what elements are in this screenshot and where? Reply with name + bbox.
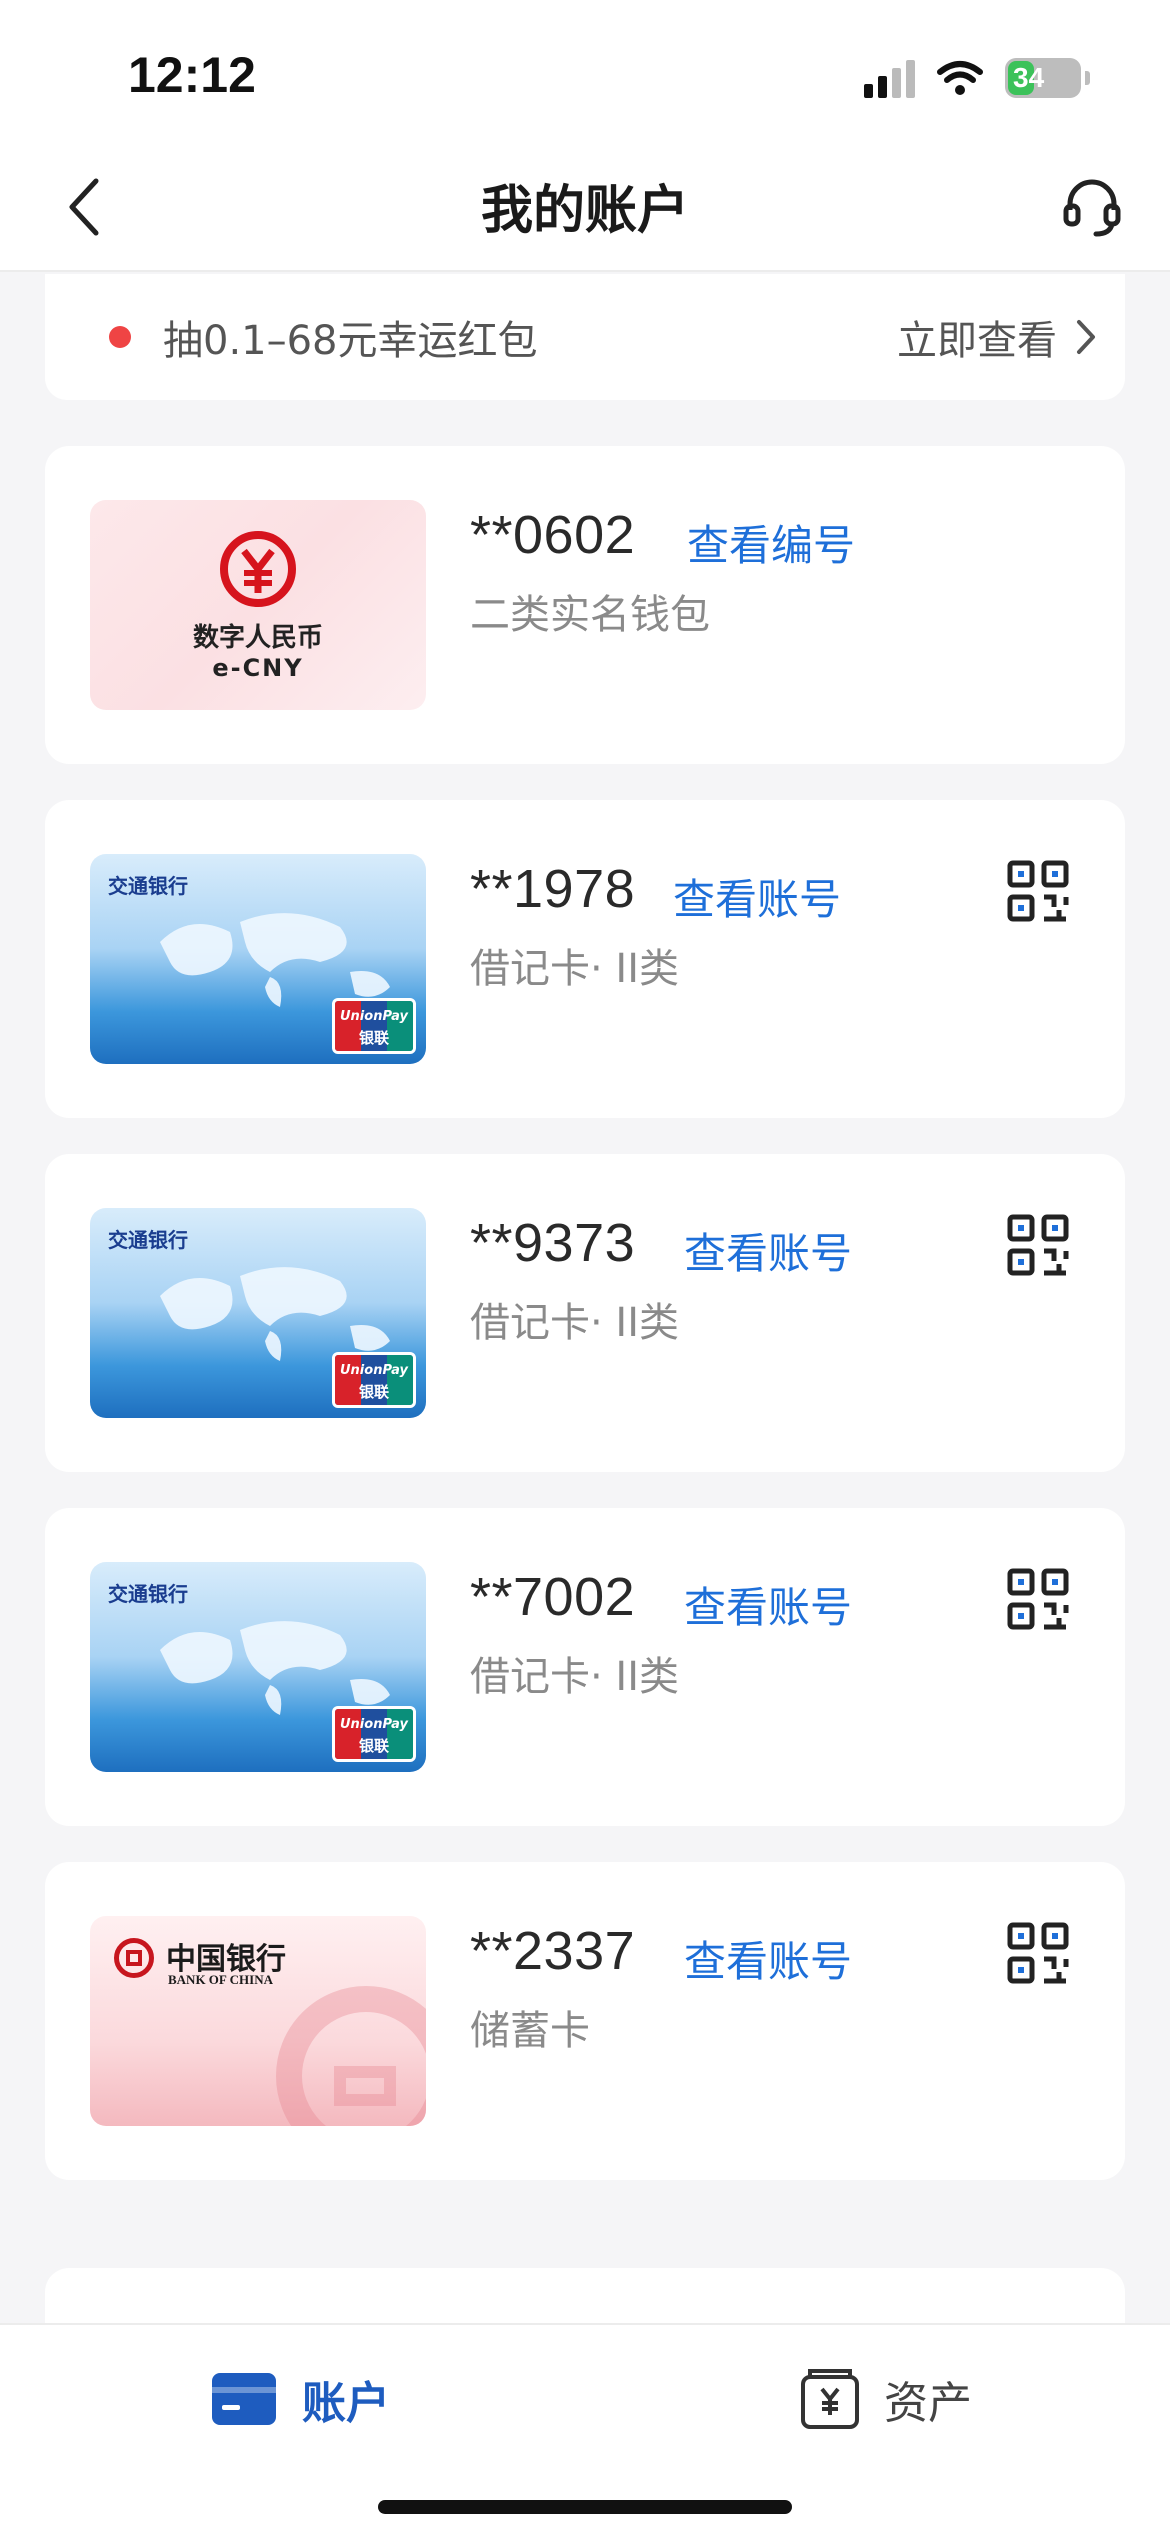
battery-icon: 34 — [1005, 58, 1081, 98]
wifi-icon — [937, 61, 983, 95]
unionpay-text-cn: 银联 — [358, 1737, 389, 1755]
unionpay-text-cn: 银联 — [358, 1029, 389, 1047]
qr-code-icon[interactable] — [1007, 1214, 1069, 1276]
qr-code-icon[interactable] — [1007, 1568, 1069, 1630]
unionpay-text-cn: 银联 — [358, 1383, 389, 1401]
account-card-1978[interactable]: 交通银行 UnionPay 银联 **1978 查看账号 借记卡· II类 — [45, 800, 1125, 1118]
tab-bar: 账户 资产 — [0, 2323, 1170, 2532]
account-number: **2337 — [470, 1921, 636, 1981]
promo-text: 抽0.1–68元幸运红包 — [163, 318, 538, 364]
status-icons: 34 — [864, 56, 1090, 100]
bank-name: 交通银行 — [108, 1582, 188, 1606]
view-account-link[interactable]: 查看账号 — [673, 866, 841, 927]
account-card-2337[interactable]: 中国银行 BANK OF CHINA **2337 查看账号 储蓄卡 — [45, 1862, 1125, 2180]
alert-dot — [109, 326, 131, 348]
boc-card-image: 中国银行 BANK OF CHINA — [90, 1916, 426, 2126]
promo-view-now[interactable]: 立即查看 — [897, 308, 1097, 366]
ecny-card-subtitle: e-CNY — [212, 653, 304, 682]
account-type: 借记卡· II类 — [470, 1654, 680, 1700]
home-indicator — [378, 2500, 792, 2514]
cellular-signal-icon — [864, 58, 915, 98]
account-number: **1978 — [470, 859, 636, 919]
account-type: 借记卡· II类 — [470, 1300, 680, 1346]
bocom-card-image: 交通银行 UnionPay 银联 — [90, 1562, 426, 1772]
wallet-icon — [801, 2369, 859, 2429]
bank-name: 交通银行 — [108, 1228, 188, 1252]
account-number: **0602 — [470, 505, 636, 565]
view-account-link[interactable]: 查看账号 — [684, 1928, 852, 1989]
bocom-card-image: 交通银行 UnionPay 银联 — [90, 854, 426, 1064]
chevron-right-icon — [1077, 320, 1095, 354]
account-card-7002[interactable]: 交通银行 UnionPay 银联 **7002 查看账号 借记卡· II类 — [45, 1508, 1125, 1826]
customer-service-button[interactable] — [1056, 170, 1128, 242]
tab-assets-label: 资产 — [884, 2378, 972, 2429]
unionpay-logo: UnionPay 银联 — [332, 1706, 416, 1762]
bocom-card-image: 交通银行 UnionPay 银联 — [90, 1208, 426, 1418]
account-card-9373[interactable]: 交通银行 UnionPay 银联 **9373 查看账号 借记卡· II类 — [45, 1154, 1125, 1472]
unionpay-logo: UnionPay 银联 — [332, 1352, 416, 1408]
tab-assets[interactable]: 资产 — [800, 2367, 972, 2431]
tab-accounts-label: 账户 — [302, 2378, 390, 2429]
tab-accounts[interactable]: 账户 — [210, 2367, 390, 2431]
account-card-partial — [45, 2268, 1125, 2328]
promo-banner[interactable]: 抽0.1–68元幸运红包 立即查看 — [45, 274, 1125, 400]
ecny-logo-icon — [220, 530, 296, 607]
bank-name: 交通银行 — [108, 874, 188, 898]
boc-logo-icon — [114, 1938, 154, 1978]
unionpay-text: UnionPay — [340, 1717, 408, 1732]
battery-level: 34 — [1013, 62, 1045, 93]
account-card-ecny[interactable]: 数字人民币 e-CNY **0602 查看编号 二类实名钱包 — [45, 446, 1125, 764]
headset-icon — [1063, 179, 1121, 237]
qr-code-icon[interactable] — [1007, 1922, 1069, 1984]
card-icon — [212, 2373, 276, 2425]
view-account-link[interactable]: 查看账号 — [684, 1220, 852, 1281]
header: 12:12 34 我的账户 — [0, 0, 1170, 272]
watermark-square — [334, 2066, 396, 2106]
promo-action-label: 立即查看 — [897, 318, 1057, 364]
account-number: **9373 — [470, 1213, 636, 1273]
account-type: 二类实名钱包 — [470, 592, 710, 638]
bank-name-en: BANK OF CHINA — [168, 1972, 273, 1987]
unionpay-text: UnionPay — [340, 1009, 408, 1024]
qr-code-icon[interactable] — [1007, 860, 1069, 922]
account-type: 储蓄卡 — [470, 2008, 590, 2054]
unionpay-logo: UnionPay 银联 — [332, 998, 416, 1054]
account-number: **7002 — [470, 1567, 636, 1627]
status-time: 12:12 — [128, 47, 256, 103]
ecny-card-title: 数字人民币 — [192, 622, 323, 653]
page-title: 我的账户 — [480, 181, 689, 241]
account-type: 借记卡· II类 — [470, 946, 680, 992]
view-account-link[interactable]: 查看账号 — [684, 1574, 852, 1635]
battery-cap — [1085, 71, 1090, 85]
ecny-card-image: 数字人民币 e-CNY — [90, 500, 426, 710]
unionpay-text: UnionPay — [340, 1363, 408, 1378]
view-number-link[interactable]: 查看编号 — [687, 512, 855, 573]
